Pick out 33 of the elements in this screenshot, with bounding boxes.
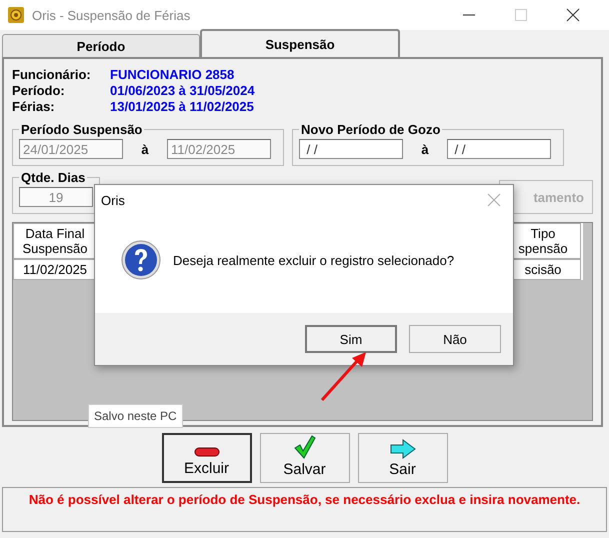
dialog-message: Deseja realmente excluir o registro selecionado? [173, 252, 454, 268]
status-message: Não é possível alterar o período de Suspensão, se necessário exclua e insira novamente. [2, 487, 607, 532]
info-value: 01/06/2023 à 31/05/2024 [110, 83, 256, 98]
app-icon [8, 7, 24, 23]
exit-button[interactable]: Sair [358, 433, 448, 483]
info-value: 13/01/2025 à 11/02/2025 [110, 99, 255, 114]
dialog-title: Oris [101, 192, 126, 208]
separator-text: à [420, 142, 430, 156]
tab[interactable]: Suspensão [200, 29, 400, 57]
dialog-button[interactable]: Não [409, 325, 501, 353]
group-title: Período Suspensão [20, 122, 144, 137]
check-icon [294, 435, 316, 459]
date-field[interactable]: / / [447, 139, 551, 159]
close-icon[interactable] [565, 7, 581, 23]
group-title: Qtde. Dias [20, 170, 86, 185]
group-title: Novo Período de Gozo [300, 122, 442, 137]
tab[interactable]: Período [2, 34, 200, 57]
dialog-button[interactable]: Sim [305, 325, 397, 353]
table-cell: 11/02/2025 [13, 259, 97, 280]
window-title: Oris - Suspensão de Férias [32, 8, 192, 22]
delete-button[interactable]: Excluir [162, 433, 252, 483]
arrow-icon [390, 439, 416, 459]
tooltip: Salvo neste PC [88, 404, 183, 428]
minus-icon [194, 446, 220, 458]
column-header: Data Final Suspensão [13, 223, 97, 259]
info-value: FUNCIONARIO 2858 [110, 67, 236, 82]
save-button[interactable]: Salvar [260, 433, 350, 483]
info-label: Funcionário: [12, 67, 92, 82]
date-field[interactable]: / / [299, 139, 403, 159]
question-icon [121, 240, 161, 280]
info-label: Período: [12, 83, 66, 98]
separator-text: à [140, 142, 150, 156]
info-label: Férias: [12, 99, 56, 114]
